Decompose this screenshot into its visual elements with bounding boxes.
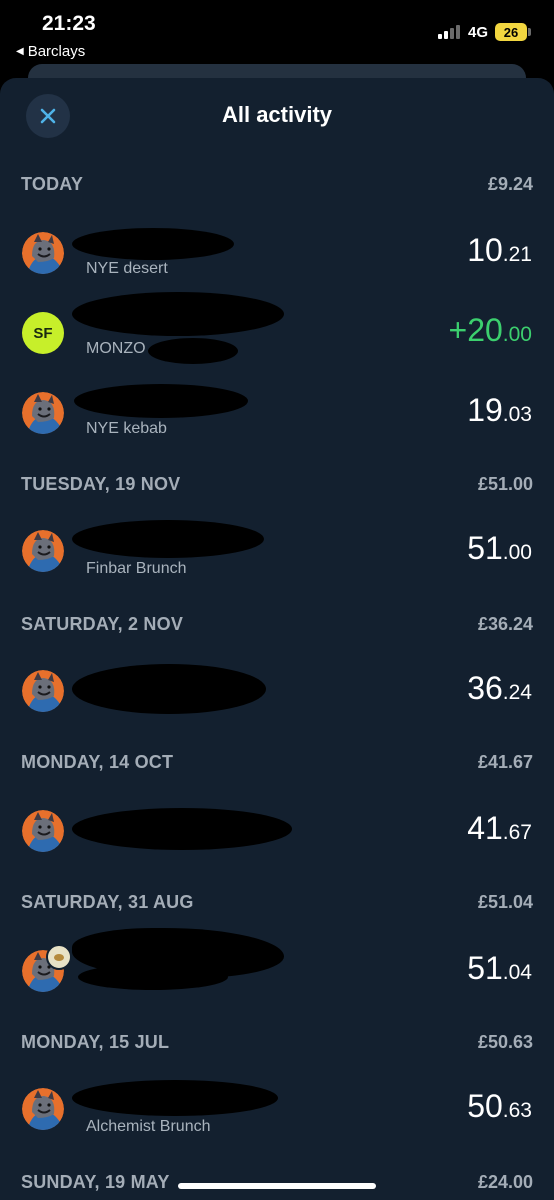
redacted-merchant-name <box>72 228 234 260</box>
all-activity-sheet: All activity TODAY £9.24 NYE desert 10.2… <box>0 78 554 1200</box>
amount-minor: .21 <box>502 243 532 266</box>
status-bar: 21:23 ◀ Barclays 4G 26 <box>0 0 554 64</box>
transaction-row[interactable]: NYE kebab 19.03 <box>0 372 554 452</box>
transaction-row[interactable]: SF MONZO +20.00 <box>0 292 554 372</box>
section-total: £50.63 <box>477 1032 533 1052</box>
signal-icon <box>438 25 462 39</box>
section-header: SUNDAY, 19 MAY £24.00 <box>0 1162 554 1200</box>
redacted-merchant-name <box>72 1080 278 1116</box>
amount-major: 41 <box>467 810 503 846</box>
section-total: £36.24 <box>477 614 533 634</box>
section-date: SATURDAY, 2 NOV <box>21 614 184 634</box>
amount-major: 19 <box>467 392 503 428</box>
section-total: £51.00 <box>477 474 533 494</box>
character-avatar <box>22 670 64 712</box>
amount-minor: .04 <box>502 961 532 984</box>
amount-major: 10 <box>467 232 503 268</box>
section-total: £41.67 <box>477 752 533 772</box>
amount-minor: .00 <box>502 541 532 564</box>
amount-major: 50 <box>467 1088 503 1124</box>
section-date: SUNDAY, 19 MAY <box>21 1172 170 1192</box>
section-date: TUESDAY, 19 NOV <box>21 474 181 494</box>
transaction-row[interactable]: 41.67 <box>0 790 554 870</box>
transaction-amount: 36.24 <box>467 670 532 707</box>
back-app-label: Barclays <box>27 43 86 60</box>
transaction-amount: 19.03 <box>467 392 532 429</box>
transaction-row[interactable]: Alchemist Brunch 50.63 <box>0 1068 554 1148</box>
section-header: SATURDAY, 31 AUG £51.04 <box>0 882 554 922</box>
page-title: All activity <box>221 102 333 127</box>
amount-minor: .63 <box>502 1099 532 1122</box>
amount-minor: .00 <box>502 323 532 346</box>
transaction-note: Alchemist Brunch <box>86 1118 211 1135</box>
section-header: TODAY £9.24 <box>0 164 554 204</box>
transaction-row[interactable]: Finbar Brunch 51.00 <box>0 510 554 590</box>
character-avatar <box>22 392 64 434</box>
section-date: TODAY <box>21 174 84 194</box>
battery-cap <box>528 28 531 36</box>
transaction-amount: 51.04 <box>467 950 532 987</box>
section-date: MONDAY, 15 JUL <box>21 1032 170 1052</box>
redacted-merchant-name <box>72 292 284 336</box>
section-total: £9.24 <box>487 174 533 194</box>
character-avatar <box>22 232 64 274</box>
back-arrow-icon: ◀ <box>16 46 24 57</box>
section-header: TUESDAY, 19 NOV £51.00 <box>0 464 554 504</box>
amount-major: +20 <box>448 312 503 348</box>
transaction-amount: 50.63 <box>467 1088 532 1125</box>
clock: 21:23 <box>42 12 96 35</box>
transaction-amount: +20.00 <box>449 312 532 349</box>
transaction-note: Finbar Brunch <box>86 560 187 577</box>
transaction-row[interactable]: 36.24 <box>0 650 554 730</box>
back-to-app-link[interactable]: ◀ Barclays <box>16 43 85 60</box>
amount-minor: .24 <box>502 681 532 704</box>
amount-minor: .03 <box>502 403 532 426</box>
amount-minor: .67 <box>502 821 532 844</box>
transaction-amount: 41.67 <box>467 810 532 847</box>
transaction-row[interactable]: NYE desert 10.21 <box>0 212 554 292</box>
section-total: £24.00 <box>477 1172 533 1192</box>
transaction-amount: 51.00 <box>467 530 532 567</box>
section-total: £51.04 <box>477 892 533 912</box>
redacted-merchant-name <box>74 384 248 418</box>
amount-major: 36 <box>467 670 503 706</box>
character-avatar <box>22 1088 64 1130</box>
character-avatar <box>22 810 64 852</box>
transaction-amount: 10.21 <box>467 232 532 269</box>
redacted-merchant-name <box>72 664 266 714</box>
section-header: SATURDAY, 2 NOV £36.24 <box>0 604 554 644</box>
initials-avatar: SF <box>22 312 64 354</box>
amount-major: 51 <box>467 530 503 566</box>
network-type: 4G <box>468 24 489 41</box>
section-date: SATURDAY, 31 AUG <box>21 892 194 912</box>
transaction-note: MONZO <box>86 340 146 357</box>
battery-icon: 26 <box>495 23 527 41</box>
redacted-note <box>148 338 238 364</box>
transaction-row[interactable]: 51.04 <box>0 928 554 1010</box>
home-indicator[interactable] <box>178 1183 376 1189</box>
redacted-note <box>78 964 228 990</box>
section-header: MONDAY, 14 OCT £41.67 <box>0 742 554 782</box>
section-header: MONDAY, 15 JUL £50.63 <box>0 1022 554 1062</box>
redacted-merchant-name <box>72 808 292 850</box>
section-date: MONDAY, 14 OCT <box>21 752 174 772</box>
food-emoji-icon <box>46 944 72 970</box>
redacted-merchant-name <box>72 520 264 558</box>
character-avatar <box>22 530 64 572</box>
amount-major: 51 <box>467 950 503 986</box>
transaction-note: NYE desert <box>86 260 168 277</box>
transaction-note: NYE kebab <box>86 420 167 437</box>
